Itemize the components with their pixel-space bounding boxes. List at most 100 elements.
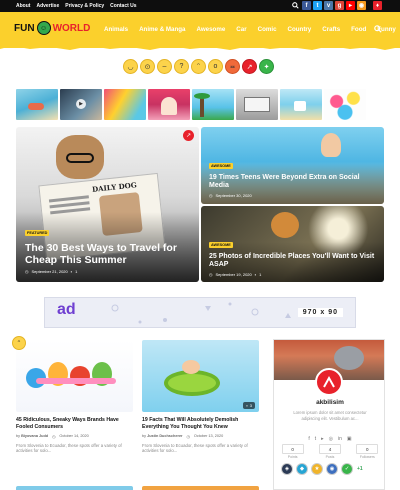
awesome-badge[interactable]: Awesome bbox=[209, 162, 233, 169]
extra-badges-count[interactable]: +1 bbox=[357, 466, 363, 472]
featured-bottom-right-title[interactable]: 25 Photos of Incredible Places You'll Wa… bbox=[209, 253, 384, 269]
thumbnail-8[interactable] bbox=[324, 89, 366, 120]
featured-main-card[interactable]: DAILY DOG ↗ Featured The 30 Best Ways to… bbox=[16, 127, 199, 282]
post-author-1[interactable]: Biyovana Judd bbox=[21, 434, 48, 438]
nav-item-anime-manga[interactable]: Anime & Manga bbox=[139, 26, 185, 33]
featured-badge[interactable]: Featured bbox=[25, 229, 50, 236]
vk-icon[interactable]: v bbox=[324, 1, 333, 10]
author-profile-widget: akbilisim Lorem ipsum dolor sit amet con… bbox=[273, 339, 385, 490]
instagram-icon[interactable]: ◎ bbox=[329, 436, 333, 442]
badge-2-icon[interactable]: ◆ bbox=[296, 463, 308, 475]
post-card-2[interactable]: ▪ 3 19 Facts That Will Absolutely Demoli… bbox=[142, 340, 259, 454]
twitter-icon[interactable]: t bbox=[313, 1, 322, 10]
featured-main-meta: ◷ September 21, 2020 ▪ 1 bbox=[25, 269, 195, 274]
linkedin-icon[interactable]: in bbox=[338, 436, 342, 442]
badge-5-icon[interactable]: ✓ bbox=[341, 463, 353, 475]
featured-main-title[interactable]: The 30 Best Ways to Travel for Cheap Thi… bbox=[25, 242, 195, 266]
nav-item-comic[interactable]: Comic bbox=[258, 26, 277, 33]
post-title-1[interactable]: 45 Ridiculous, Sneaky Ways Brands Have F… bbox=[16, 417, 133, 431]
fresh-icon[interactable]: ✦ bbox=[259, 59, 274, 74]
calendar-icon: ◷ bbox=[25, 269, 29, 274]
comment-count-badge: ▪ 3 bbox=[243, 402, 255, 409]
google-plus-icon[interactable]: g bbox=[335, 1, 344, 10]
profile-bio: Lorem ipsum dolor sit amet consectetur a… bbox=[293, 410, 367, 421]
post-author-2[interactable]: Justin Duchscherer bbox=[147, 434, 182, 438]
twitch-icon[interactable]: ▣ bbox=[347, 436, 352, 442]
hot-emoji-icon: ᵔ bbox=[12, 336, 26, 350]
angry-emoji-icon[interactable]: ≖ bbox=[225, 59, 240, 74]
thumbnail-7[interactable] bbox=[280, 89, 322, 120]
user-icon[interactable]: ♦ bbox=[373, 1, 382, 10]
nav-search-icon[interactable] bbox=[374, 25, 382, 35]
top-icons: f t v g ▸ ◉ ♦ bbox=[291, 1, 382, 10]
shock-emoji-icon[interactable]: o bbox=[208, 59, 223, 74]
calendar-icon: ◷ bbox=[209, 193, 213, 198]
featured-bottom-right-meta: ◷ September 19, 2020 ▪ 1 bbox=[209, 272, 384, 277]
top-link-about[interactable]: About bbox=[16, 3, 30, 9]
top-link-privacy[interactable]: Privacy & Policy bbox=[65, 3, 104, 9]
featured-top-right-title[interactable]: 19 Times Teens Were Beyond Extra on Soci… bbox=[209, 174, 379, 190]
nav-item-crafts[interactable]: Crafts bbox=[322, 26, 340, 33]
header-torn-edge bbox=[0, 44, 400, 50]
top-bar: About Advertise Privacy & Policy Contact… bbox=[0, 0, 400, 12]
nav-item-car[interactable]: Car bbox=[236, 26, 246, 33]
post-excerpt-1: From Slovenia to Ecuador, these spots of… bbox=[16, 442, 122, 454]
stat-posts: 4 Posts bbox=[318, 444, 341, 459]
stat-followers: 0 Followers bbox=[356, 444, 379, 459]
post-comments-2: 3 bbox=[249, 403, 252, 408]
search-icon[interactable] bbox=[291, 1, 300, 10]
badge-1-icon[interactable]: ◈ bbox=[281, 463, 293, 475]
nav-item-country[interactable]: Country bbox=[288, 26, 312, 33]
youtube-icon[interactable]: ▸ bbox=[346, 1, 355, 10]
nav-item-food[interactable]: Food bbox=[351, 26, 366, 33]
facebook-icon[interactable]: f bbox=[302, 1, 311, 10]
stat-posts-label: Posts bbox=[325, 455, 335, 459]
glasses-emoji-icon[interactable]: ⊙ bbox=[140, 59, 155, 74]
ad-size-label: 970 x 90 bbox=[297, 308, 343, 317]
logo-world: WORLD bbox=[52, 22, 91, 34]
featured-top-right-card[interactable]: Awesome 19 Times Teens Were Beyond Extra… bbox=[201, 127, 384, 204]
badge-4-icon[interactable]: ◉ bbox=[326, 463, 338, 475]
thumbnail-1[interactable] bbox=[16, 89, 58, 120]
profile-avatar[interactable] bbox=[315, 368, 343, 396]
profile-stats: 0 Points 4 Posts 0 Followers bbox=[274, 444, 384, 459]
awesome-badge[interactable]: Awesome bbox=[209, 241, 233, 248]
ad-banner[interactable]: ad 970 x 90 bbox=[44, 297, 356, 328]
post-title-2[interactable]: 19 Facts That Will Absolutely Demolish E… bbox=[142, 417, 259, 431]
post-image-2[interactable]: ▪ 3 bbox=[142, 340, 259, 412]
stat-followers-label: Followers bbox=[359, 455, 375, 459]
top-link-contact[interactable]: Contact Us bbox=[110, 3, 136, 9]
thumbnail-3[interactable] bbox=[104, 89, 146, 120]
thumbnail-2[interactable]: ▶ bbox=[60, 89, 102, 120]
smile-emoji-icon[interactable]: ◡ bbox=[123, 59, 138, 74]
thumbnail-strip: ▶ bbox=[16, 89, 366, 120]
nav-item-awesome[interactable]: Awesome bbox=[197, 26, 226, 33]
thinking-emoji-icon[interactable]: ? bbox=[174, 59, 189, 74]
post-card-4-peek[interactable] bbox=[142, 486, 259, 490]
badge-3-icon[interactable]: ★ bbox=[311, 463, 323, 475]
youtube-icon[interactable]: ▸ bbox=[321, 436, 324, 442]
featured-top-right-meta: ◷ September 30, 2020 bbox=[209, 193, 379, 198]
post-card-1[interactable]: ᵔ 45 Ridiculous, Sneaky Ways Brands Have… bbox=[12, 336, 133, 454]
post-card-3-peek[interactable] bbox=[16, 486, 133, 490]
thumbnail-6[interactable] bbox=[236, 89, 278, 120]
trending-icon[interactable]: ↗ bbox=[242, 59, 257, 74]
post-excerpt-2: From Slovenia to Ecuador, these spots of… bbox=[142, 442, 248, 454]
post-image-1[interactable] bbox=[16, 340, 133, 412]
tongue-emoji-icon[interactable]: ᵔ bbox=[191, 59, 206, 74]
profile-name[interactable]: akbilisim bbox=[274, 399, 384, 406]
featured-bottom-right-card[interactable]: Awesome 25 Photos of Incredible Places Y… bbox=[201, 206, 384, 282]
top-link-advertise[interactable]: Advertise bbox=[36, 3, 59, 9]
rss-icon[interactable]: ◉ bbox=[357, 1, 366, 10]
neutral-emoji-icon[interactable]: – bbox=[157, 59, 172, 74]
comment-icon: ▪ bbox=[254, 272, 257, 277]
featured-top-right-date: September 30, 2020 bbox=[215, 193, 252, 198]
site-logo[interactable]: FUN ☺ WORLD bbox=[14, 21, 90, 35]
thumbnail-4[interactable] bbox=[148, 89, 190, 120]
thumbnail-5[interactable] bbox=[192, 89, 234, 120]
nav-item-animals[interactable]: Animals bbox=[104, 26, 128, 33]
facebook-icon[interactable]: f bbox=[308, 436, 309, 442]
top-links: About Advertise Privacy & Policy Contact… bbox=[16, 3, 137, 9]
calendar-icon: ◷ bbox=[209, 272, 213, 277]
twitter-icon[interactable]: t bbox=[315, 436, 316, 442]
